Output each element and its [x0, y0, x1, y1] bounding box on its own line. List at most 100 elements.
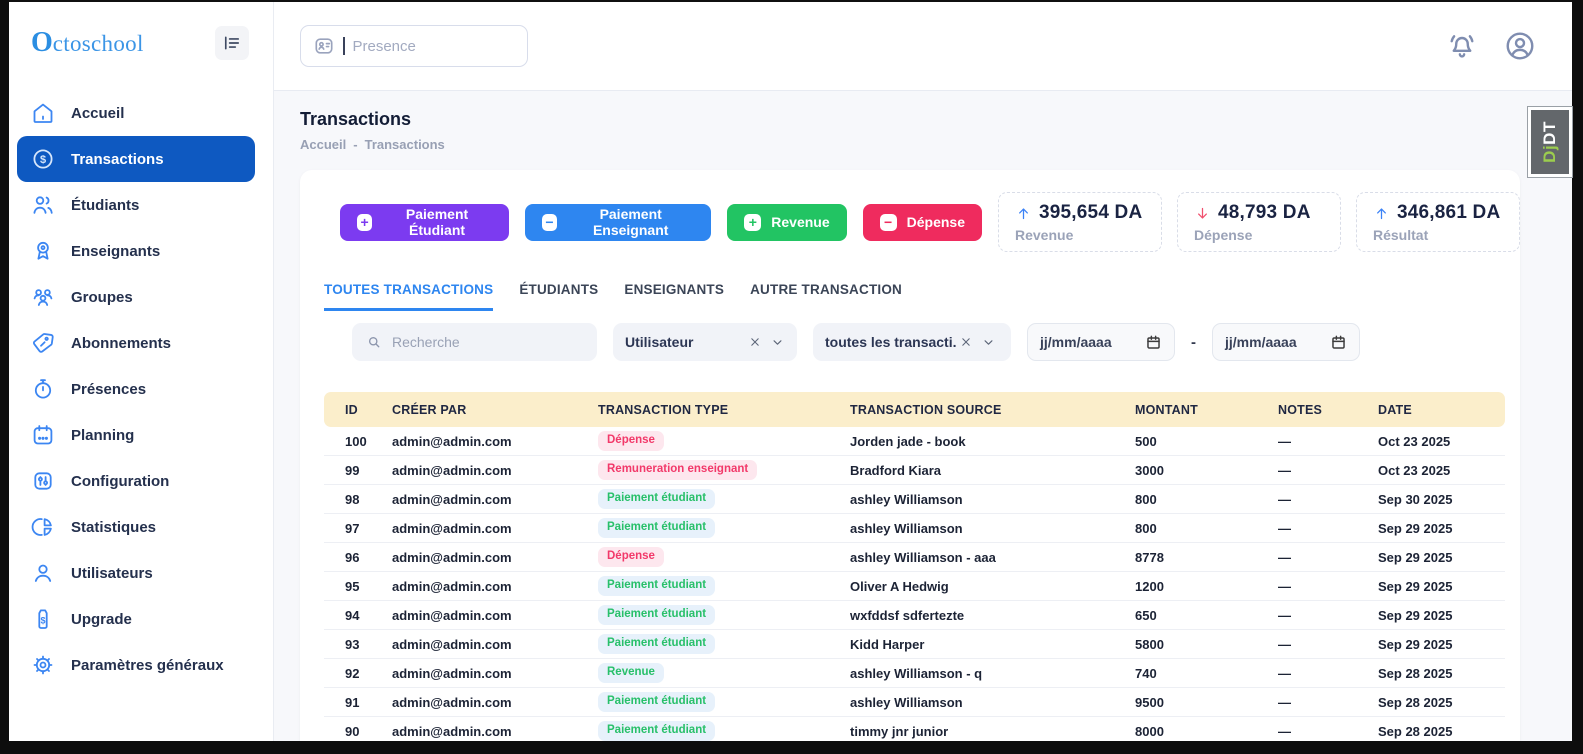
tab-toutes-transactions[interactable]: TOUTES TRANSACTIONS [324, 282, 493, 311]
cell-id: 96 [324, 543, 371, 572]
table-row[interactable]: 90 admin@admin.com Paiement étudiant tim… [324, 717, 1505, 742]
table-row[interactable]: 98 admin@admin.com Paiement étudiant ash… [324, 485, 1505, 514]
sidebar-item-utilisateurs[interactable]: Utilisateurs [17, 550, 255, 596]
depense-button[interactable]: − Dépense [863, 204, 982, 241]
sidebar-item-parametres-generaux[interactable]: Paramètres généraux [17, 642, 255, 688]
transaction-type-badge: Paiement étudiant [598, 605, 715, 625]
cell-id: 91 [324, 688, 371, 717]
sidebar-item-etudiants[interactable]: Étudiants [17, 182, 255, 228]
user-avatar-icon[interactable] [1504, 30, 1536, 62]
sidebar-item-configuration[interactable]: Configuration [17, 458, 255, 504]
debug-toolbar-label: DjDT [1540, 121, 1560, 163]
date-to-input[interactable]: jj/mm/aaaa [1212, 323, 1360, 361]
sidebar-item-enseignants[interactable]: Enseignants [17, 228, 255, 274]
students-icon [31, 193, 55, 217]
stat-card-dpense: 48,793 DA Dépense [1177, 192, 1341, 252]
date-from-input[interactable]: jj/mm/aaaa [1027, 323, 1175, 361]
table-row[interactable]: 96 admin@admin.com Dépense ashley Willia… [324, 543, 1505, 572]
cell-source: Bradford Kiara [829, 456, 1114, 485]
cell-date: Sep 28 2025 [1357, 688, 1505, 717]
cell-montant: 9500 [1114, 688, 1257, 717]
table-search-input[interactable]: Recherche [352, 323, 597, 361]
cell-type: Paiement étudiant [577, 688, 829, 717]
table-body: 100 admin@admin.com Dépense Jorden jade … [324, 427, 1505, 741]
minus-icon: − [542, 214, 557, 231]
tab-etudiants[interactable]: ÉTUDIANTS [519, 282, 598, 311]
clear-filter-icon[interactable] [748, 335, 762, 349]
revenue-button[interactable]: + Revenue [727, 204, 846, 241]
calendar-icon[interactable] [1145, 334, 1162, 351]
pie-icon [31, 515, 55, 539]
medal-icon [31, 239, 55, 263]
sidebar-item-transactions[interactable]: $ Transactions [17, 136, 255, 182]
table-row[interactable]: 100 admin@admin.com Dépense Jorden jade … [324, 427, 1505, 456]
cell-source: Oliver A Hedwig [829, 572, 1114, 601]
cell-creator: admin@admin.com [371, 543, 577, 572]
cell-montant: 8000 [1114, 717, 1257, 742]
calendar-icon[interactable] [1330, 334, 1347, 351]
table-row[interactable]: 91 admin@admin.com Paiement étudiant ash… [324, 688, 1505, 717]
id-badge-icon [313, 35, 335, 57]
cell-montant: 800 [1114, 514, 1257, 543]
sidebar-item-planning[interactable]: Planning [17, 412, 255, 458]
cell-source: wxfddsf sdfertezte [829, 601, 1114, 630]
sidebar-item-upgrade[interactable]: $ Upgrade [17, 596, 255, 642]
debug-toolbar-handle[interactable]: DjDT [1528, 107, 1572, 177]
sidebar-item-presences[interactable]: Présences [17, 366, 255, 412]
breadcrumb-transactions: Transactions [365, 137, 445, 152]
user-filter-select[interactable]: Utilisateur [613, 323, 797, 361]
cell-notes: — [1257, 485, 1357, 514]
cell-id: 100 [324, 427, 371, 456]
search-icon [365, 333, 383, 351]
user-filter-value: Utilisateur [625, 334, 748, 350]
table-row[interactable]: 99 admin@admin.com Remuneration enseigna… [324, 456, 1505, 485]
window-frame-top [0, 0, 1583, 2]
cell-source: timmy jnr junior [829, 717, 1114, 742]
tab-autre-transaction[interactable]: AUTRE TRANSACTION [750, 282, 902, 311]
table-row[interactable]: 92 admin@admin.com Revenue ashley Willia… [324, 659, 1505, 688]
sidebar-item-abonnements[interactable]: Abonnements [17, 320, 255, 366]
cell-notes: — [1257, 688, 1357, 717]
date-range-separator: - [1191, 334, 1196, 351]
transaction-type-badge: Revenue [598, 663, 664, 683]
stat-cards: 395,654 DA Revenue 48,793 DA Dépense 346… [998, 192, 1520, 252]
filters-row: Recherche Utilisateur toutes les transac… [300, 311, 1520, 361]
app-logo: Octoschool [31, 27, 144, 59]
cell-id: 95 [324, 572, 371, 601]
date-from-placeholder: jj/mm/aaaa [1040, 334, 1112, 350]
cell-notes: — [1257, 456, 1357, 485]
cell-source: ashley Williamson [829, 514, 1114, 543]
cell-date: Oct 23 2025 [1357, 456, 1505, 485]
cell-notes: — [1257, 514, 1357, 543]
topbar-search-input[interactable]: Presence [300, 25, 528, 67]
table-row[interactable]: 94 admin@admin.com Paiement étudiant wxf… [324, 601, 1505, 630]
paiement-etudiant-button[interactable]: + Paiement Étudiant [340, 204, 509, 241]
sidebar-toggle-button[interactable] [215, 26, 249, 60]
cell-montant: 1200 [1114, 572, 1257, 601]
transaction-type-filter-select[interactable]: toutes les transacti. [813, 323, 1011, 361]
paiement-enseignant-button[interactable]: − Paiement Enseignant [525, 204, 711, 241]
transaction-type-filter-value: toutes les transacti. [825, 334, 957, 350]
notifications-bell-icon[interactable] [1446, 30, 1478, 62]
tag-icon [31, 331, 55, 355]
stat-card-rsultat: 346,861 DA Résultat [1356, 192, 1520, 252]
text-caret [343, 37, 345, 55]
window-frame-bottom [0, 741, 1583, 754]
table-row[interactable]: 93 admin@admin.com Paiement étudiant Kid… [324, 630, 1505, 659]
group-icon [31, 285, 55, 309]
cell-id: 90 [324, 717, 371, 742]
cell-id: 99 [324, 456, 371, 485]
breadcrumb-accueil[interactable]: Accueil [300, 137, 346, 152]
sliders-icon [31, 469, 55, 493]
cell-creator: admin@admin.com [371, 630, 577, 659]
table-row[interactable]: 95 admin@admin.com Paiement étudiant Oli… [324, 572, 1505, 601]
sidebar-item-accueil[interactable]: Accueil [17, 90, 255, 136]
transactions-table-wrap: IDCRÉER PARTRANSACTION TYPETRANSACTION S… [300, 361, 1520, 741]
tab-enseignants[interactable]: ENSEIGNANTS [624, 282, 724, 311]
column-header: NOTES [1257, 392, 1357, 427]
cell-date: Sep 30 2025 [1357, 485, 1505, 514]
sidebar-item-statistiques[interactable]: Statistiques [17, 504, 255, 550]
clear-filter-icon[interactable] [959, 335, 973, 349]
sidebar-item-groupes[interactable]: Groupes [17, 274, 255, 320]
table-row[interactable]: 97 admin@admin.com Paiement étudiant ash… [324, 514, 1505, 543]
